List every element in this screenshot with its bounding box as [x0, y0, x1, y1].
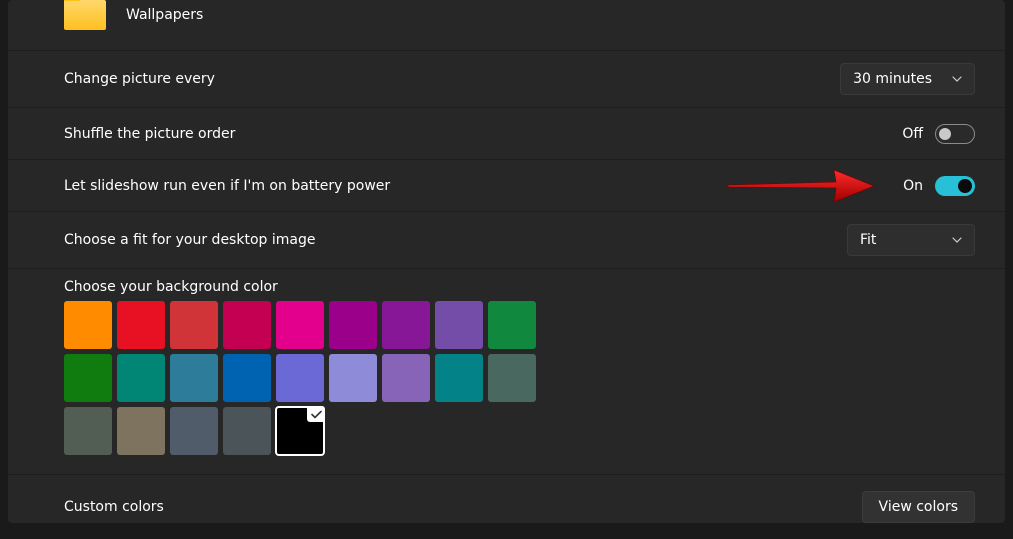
dropdown-value: 30 minutes [853, 71, 932, 87]
dropdown-value: Fit [860, 232, 876, 248]
color-swatch[interactable] [64, 407, 112, 455]
color-swatch[interactable] [223, 301, 271, 349]
color-swatch[interactable] [117, 407, 165, 455]
battery-label: Let slideshow run even if I'm on battery… [64, 178, 390, 194]
slideshow-album-row[interactable]: Wallpapers [8, 0, 1005, 51]
color-swatch[interactable] [117, 354, 165, 402]
fit-row: Choose a fit for your desktop image Fit [8, 212, 1005, 269]
background-color-heading: Choose your background color [64, 279, 975, 295]
change-picture-interval-dropdown[interactable]: 30 minutes [840, 63, 975, 95]
folder-name: Wallpapers [126, 7, 203, 23]
color-swatch[interactable] [488, 354, 536, 402]
color-swatch[interactable] [276, 354, 324, 402]
color-swatch[interactable] [170, 354, 218, 402]
background-color-section: Choose your background color [8, 269, 1005, 475]
color-swatch[interactable] [276, 407, 324, 455]
fit-label: Choose a fit for your desktop image [64, 232, 315, 248]
custom-colors-row: Custom colors View colors [8, 475, 1005, 539]
color-swatch[interactable] [170, 301, 218, 349]
color-swatch[interactable] [488, 301, 536, 349]
color-swatch[interactable] [435, 354, 483, 402]
color-swatch[interactable] [117, 301, 165, 349]
check-icon [307, 406, 325, 422]
chevron-down-icon [952, 235, 962, 245]
folder-icon [64, 0, 106, 30]
shuffle-state-text: Off [902, 126, 923, 142]
shuffle-toggle[interactable] [935, 124, 975, 144]
color-swatch[interactable] [276, 301, 324, 349]
color-swatch[interactable] [223, 354, 271, 402]
view-colors-button[interactable]: View colors [862, 491, 975, 523]
custom-colors-label: Custom colors [64, 499, 164, 515]
color-swatch[interactable] [382, 301, 430, 349]
annotation-arrow-icon [726, 168, 876, 204]
chevron-down-icon [952, 74, 962, 84]
color-swatch[interactable] [223, 407, 271, 455]
change-picture-label: Change picture every [64, 71, 215, 87]
change-picture-interval-row: Change picture every 30 minutes [8, 51, 1005, 108]
fit-dropdown[interactable]: Fit [847, 224, 975, 256]
battery-toggle[interactable] [935, 176, 975, 196]
color-swatch[interactable] [170, 407, 218, 455]
color-swatch[interactable] [329, 301, 377, 349]
color-swatch[interactable] [435, 301, 483, 349]
shuffle-label: Shuffle the picture order [64, 126, 235, 142]
color-swatch[interactable] [382, 354, 430, 402]
color-swatch[interactable] [64, 301, 112, 349]
color-swatch[interactable] [64, 354, 112, 402]
shuffle-row: Shuffle the picture order Off [8, 108, 1005, 160]
battery-state-text: On [903, 178, 923, 194]
color-swatch[interactable] [329, 354, 377, 402]
slideshow-on-battery-row: Let slideshow run even if I'm on battery… [8, 160, 1005, 212]
